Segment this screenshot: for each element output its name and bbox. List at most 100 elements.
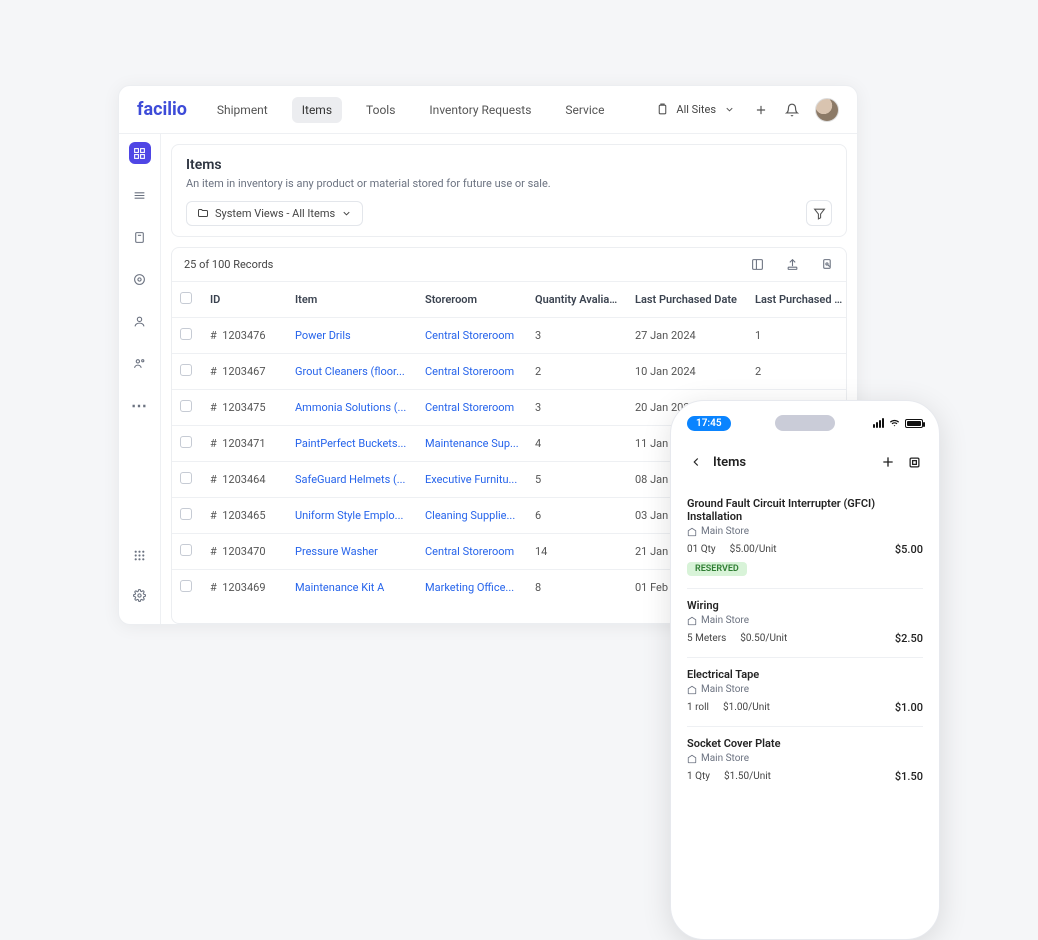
cell-storeroom[interactable]: Cleaning Supplie...: [417, 498, 527, 534]
mobile-item-name: Socket Cover Plate: [687, 737, 923, 750]
sidebar-item-settings[interactable]: [129, 584, 151, 606]
cell-id: # 1203475: [202, 390, 287, 426]
mobile-item-store: Main Store: [687, 753, 923, 764]
row-checkbox[interactable]: [180, 328, 192, 340]
mobile-add-icon[interactable]: [879, 453, 897, 471]
filter-button[interactable]: [806, 200, 832, 226]
views-label: System Views - All Items: [215, 207, 335, 220]
mobile-item-rate: $0.50/Unit: [740, 633, 787, 644]
table-row[interactable]: # 1203476Power DrilsCentral Storeroom327…: [172, 318, 847, 354]
cell-item[interactable]: Grout Cleaners (floor...: [287, 354, 417, 390]
sidebar-item-2[interactable]: [129, 184, 151, 206]
cell-qty: 3: [527, 390, 627, 426]
tab-shipment[interactable]: Shipment: [207, 97, 278, 123]
cell-storeroom[interactable]: Maintenance Sup...: [417, 426, 527, 462]
plus-icon[interactable]: [753, 102, 768, 117]
sites-dropdown[interactable]: All Sites: [655, 102, 737, 117]
row-checkbox[interactable]: [180, 544, 192, 556]
chevron-down-icon: [722, 102, 737, 117]
mobile-item-price: $5.00: [895, 543, 923, 556]
sidebar-item-dashboard[interactable]: [129, 142, 151, 164]
page-header: Items An item in inventory is any produc…: [171, 144, 847, 237]
col-qty[interactable]: Quantity Avaliable: [527, 282, 627, 318]
mobile-header: Items: [687, 453, 923, 471]
records-count: 25 of 100 Records: [184, 258, 273, 271]
mobile-item-store: Main Store: [687, 526, 923, 537]
cell-qty: 14: [527, 534, 627, 570]
cell-item[interactable]: PaintPerfect Buckets...: [287, 426, 417, 462]
sidebar-item-6[interactable]: [129, 352, 151, 374]
sidebar-item-apps[interactable]: [129, 544, 151, 566]
cell-storeroom[interactable]: Central Storeroom: [417, 318, 527, 354]
page-title: Items: [186, 157, 832, 173]
mobile-scan-icon[interactable]: [905, 453, 923, 471]
cell-storeroom[interactable]: Marketing Office...: [417, 570, 527, 606]
sidebar-item-4[interactable]: [129, 268, 151, 290]
tab-items[interactable]: Items: [292, 97, 342, 123]
battery-icon: [905, 419, 923, 428]
sidebar-item-more[interactable]: ⋯: [129, 394, 151, 416]
cell-item[interactable]: Uniform Style Emplo...: [287, 498, 417, 534]
col-storeroom[interactable]: Storeroom: [417, 282, 527, 318]
top-header: facilio Shipment Items Tools Inventory R…: [119, 86, 857, 134]
cell-item[interactable]: Ammonia Solutions (...: [287, 390, 417, 426]
export-icon[interactable]: [786, 258, 799, 271]
cell-storeroom[interactable]: Central Storeroom: [417, 390, 527, 426]
mobile-list-item[interactable]: Socket Cover PlateMain Store1 Qty$1.50/U…: [687, 727, 923, 795]
cell-id: # 1203471: [202, 426, 287, 462]
cell-qty: 8: [527, 570, 627, 606]
row-checkbox[interactable]: [180, 364, 192, 376]
back-icon[interactable]: [687, 453, 705, 471]
mobile-item-name: Wiring: [687, 599, 923, 612]
cell-item[interactable]: SafeGuard Helmets (...: [287, 462, 417, 498]
row-checkbox[interactable]: [180, 472, 192, 484]
mobile-list-item[interactable]: WiringMain Store5 Meters$0.50/Unit$2.50: [687, 589, 923, 658]
row-checkbox[interactable]: [180, 580, 192, 592]
mobile-item-qty: 01 Qty: [687, 544, 716, 555]
cell-item[interactable]: Maintenance Kit A: [287, 570, 417, 606]
col-id[interactable]: ID: [202, 282, 287, 318]
sites-label: All Sites: [676, 103, 716, 116]
mobile-device: 17:45 Items Ground Fault Circuit Interru…: [670, 400, 940, 940]
tab-inventory-requests[interactable]: Inventory Requests: [419, 97, 541, 123]
col-price[interactable]: Last Purchased Price: [747, 282, 847, 318]
search-file-icon[interactable]: [821, 258, 834, 271]
cell-storeroom[interactable]: Executive Furnitu...: [417, 462, 527, 498]
mobile-item-rate: $1.00/Unit: [723, 702, 770, 713]
tab-tools[interactable]: Tools: [356, 97, 405, 123]
signal-icon: [873, 418, 884, 428]
avatar[interactable]: [815, 98, 839, 122]
table-row[interactable]: # 1203467Grout Cleaners (floor...Central…: [172, 354, 847, 390]
mobile-item-qty: 1 Qty: [687, 771, 710, 782]
col-item[interactable]: Item: [287, 282, 417, 318]
header-right: All Sites: [655, 98, 839, 122]
tab-service[interactable]: Service: [555, 97, 614, 123]
cell-storeroom[interactable]: Central Storeroom: [417, 354, 527, 390]
mobile-item-name: Electrical Tape: [687, 668, 923, 681]
mobile-item-name: Ground Fault Circuit Interrupter (GFCI) …: [687, 497, 923, 523]
mobile-item-rate: $5.00/Unit: [730, 544, 777, 555]
cell-storeroom[interactable]: Central Storeroom: [417, 534, 527, 570]
mobile-item-store: Main Store: [687, 684, 923, 695]
cell-date: 10 Jan 2024: [627, 354, 747, 390]
table-header-row: ID Item Storeroom Quantity Avaliable Las…: [172, 282, 847, 318]
bell-icon[interactable]: [784, 102, 799, 117]
wifi-icon: [888, 418, 901, 428]
columns-icon[interactable]: [751, 258, 764, 271]
sidebar-item-5[interactable]: [129, 310, 151, 332]
cell-id: # 1203465: [202, 498, 287, 534]
views-dropdown[interactable]: System Views - All Items: [186, 201, 363, 226]
cell-id: # 1203476: [202, 318, 287, 354]
mobile-list-item[interactable]: Electrical TapeMain Store1 roll$1.00/Uni…: [687, 658, 923, 727]
col-date[interactable]: Last Purchased Date: [627, 282, 747, 318]
cell-item[interactable]: Pressure Washer: [287, 534, 417, 570]
row-checkbox[interactable]: [180, 508, 192, 520]
status-time: 17:45: [687, 416, 731, 431]
cell-date: 27 Jan 2024: [627, 318, 747, 354]
row-checkbox[interactable]: [180, 400, 192, 412]
select-all-checkbox[interactable]: [180, 292, 192, 304]
cell-item[interactable]: Power Drils: [287, 318, 417, 354]
mobile-list-item[interactable]: Ground Fault Circuit Interrupter (GFCI) …: [687, 487, 923, 589]
row-checkbox[interactable]: [180, 436, 192, 448]
sidebar-item-3[interactable]: [129, 226, 151, 248]
